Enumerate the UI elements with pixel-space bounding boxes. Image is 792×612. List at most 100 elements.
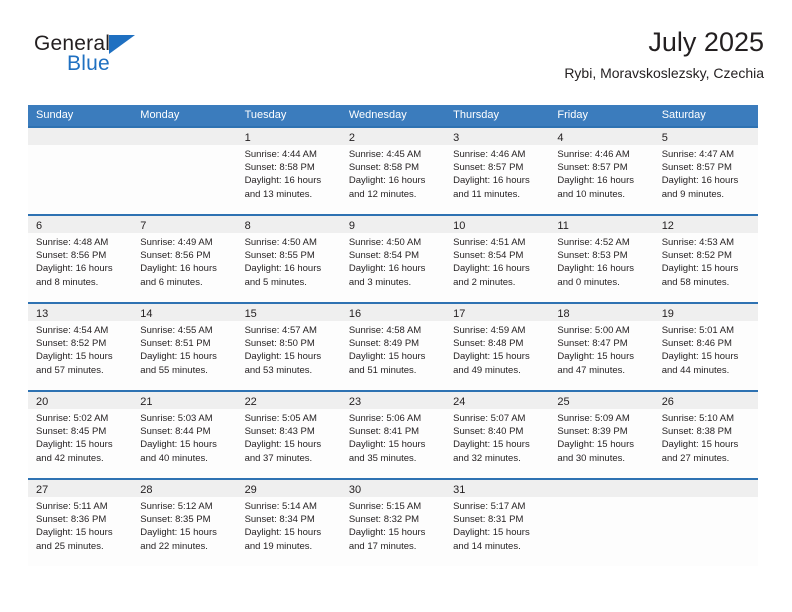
daylight-text-line1: Daylight: 16 hours	[661, 175, 739, 187]
day-number-band: 20	[28, 392, 133, 409]
daylight-text-line1: Daylight: 16 hours	[244, 175, 322, 187]
day-cell-14[interactable]: 14 Sunrise: 4:55 AM Sunset: 8:51 PM Dayligh…	[132, 304, 237, 390]
daylight-text-line2: and 44 minutes.	[661, 364, 730, 376]
day-number: 7	[140, 220, 147, 232]
day-cell-15[interactable]: 15 Sunrise: 4:57 AM Sunset: 8:50 PM Dayligh…	[236, 304, 341, 390]
day-number: 10	[453, 220, 466, 232]
day-number-band: 19	[653, 304, 758, 321]
day-cell-24[interactable]: 24 Sunrise: 5:07 AM Sunset: 8:40 PM Dayligh…	[445, 392, 550, 478]
day-info: Sunrise: 4:55 AM Sunset: 8:51 PM Daylight:…	[132, 321, 236, 377]
day-cell-6[interactable]: 6 Sunrise: 4:48 AM Sunset: 8:56 PM Daylight…	[28, 216, 133, 302]
day-cell-10[interactable]: 10 Sunrise: 4:51 AM Sunset: 8:54 PM Dayligh…	[445, 216, 550, 302]
day-info: Sunrise: 4:59 AM Sunset: 8:48 PM Daylight:…	[445, 321, 549, 377]
day-cell-28[interactable]: 28 Sunrise: 5:12 AM Sunset: 8:35 PM Dayligh…	[132, 480, 237, 566]
day-info: Sunrise: 4:50 AM Sunset: 8:55 PM Daylight:…	[237, 233, 341, 289]
sunset-text: Sunset: 8:34 PM	[244, 514, 315, 526]
day-info: Sunrise: 4:52 AM Sunset: 8:53 PM Daylight:…	[549, 233, 653, 289]
day-number-band: 27	[28, 480, 133, 497]
day-cell-17[interactable]: 17 Sunrise: 4:59 AM Sunset: 8:48 PM Dayligh…	[445, 304, 550, 390]
day-cell-13[interactable]: 13 Sunrise: 4:54 AM Sunset: 8:52 PM Dayligh…	[28, 304, 133, 390]
daylight-text-line1: Daylight: 15 hours	[348, 351, 426, 363]
day-info: Sunrise: 5:11 AM Sunset: 8:36 PM Daylight:…	[28, 497, 132, 553]
day-cell-19[interactable]: 19 Sunrise: 5:01 AM Sunset: 8:46 PM Dayligh…	[653, 304, 758, 390]
day-number-band: 7	[132, 216, 237, 233]
logo-triangle-icon	[109, 35, 135, 54]
sunset-text: Sunset: 8:52 PM	[661, 250, 732, 262]
day-cell-9[interactable]: 9 Sunrise: 4:50 AM Sunset: 8:54 PM Daylight…	[340, 216, 446, 302]
daylight-text-line2: and 47 minutes.	[557, 364, 626, 376]
day-cell-16[interactable]: 16 Sunrise: 4:58 AM Sunset: 8:49 PM Dayligh…	[340, 304, 446, 390]
sunset-text: Sunset: 8:49 PM	[348, 338, 420, 350]
day-cell-23[interactable]: 23 Sunrise: 5:06 AM Sunset: 8:41 PM Dayligh…	[340, 392, 446, 478]
day-cell-22[interactable]: 22 Sunrise: 5:05 AM Sunset: 8:43 PM Dayligh…	[236, 392, 341, 478]
calendar-week-row: 1 Sunrise: 4:44 AM Sunset: 8:58 PM Daylight…	[28, 126, 758, 214]
daylight-text-line1: Daylight: 16 hours	[348, 263, 426, 275]
day-number: 26	[661, 396, 674, 408]
sunrise-text: Sunrise: 4:57 AM	[244, 325, 317, 336]
daylight-text-line2: and 55 minutes.	[140, 364, 208, 376]
daylight-text-line2: and 0 minutes.	[557, 276, 620, 288]
daylight-text-line2: and 35 minutes.	[348, 452, 417, 464]
logo-text-blue: Blue	[67, 52, 110, 75]
day-number-band: 29	[236, 480, 341, 497]
day-cell-11[interactable]: 11 Sunrise: 4:52 AM Sunset: 8:53 PM Dayligh…	[549, 216, 654, 302]
day-number-band: 14	[132, 304, 237, 321]
sunset-text: Sunset: 8:31 PM	[453, 514, 524, 526]
day-info	[549, 497, 653, 500]
daylight-text-line1: Daylight: 15 hours	[244, 527, 322, 539]
daylight-text-line2: and 22 minutes.	[140, 540, 208, 552]
sunset-text: Sunset: 8:56 PM	[140, 250, 211, 262]
sunset-text: Sunset: 8:41 PM	[348, 426, 420, 438]
day-cell-25[interactable]: 25 Sunrise: 5:09 AM Sunset: 8:39 PM Dayligh…	[549, 392, 654, 478]
day-number: 4	[557, 132, 564, 144]
day-cell-2[interactable]: 2 Sunrise: 4:45 AM Sunset: 8:58 PM Daylight…	[340, 128, 446, 214]
daylight-text-line2: and 25 minutes.	[36, 540, 104, 552]
day-cell-7[interactable]: 7 Sunrise: 4:49 AM Sunset: 8:56 PM Daylight…	[132, 216, 237, 302]
day-cell-31[interactable]: 31 Sunrise: 5:17 AM Sunset: 8:31 PM Dayligh…	[445, 480, 550, 566]
daylight-text-line1: Daylight: 15 hours	[661, 263, 739, 275]
day-cell-21[interactable]: 21 Sunrise: 5:03 AM Sunset: 8:44 PM Dayligh…	[132, 392, 237, 478]
day-cell-20[interactable]: 20 Sunrise: 5:02 AM Sunset: 8:45 PM Dayligh…	[28, 392, 133, 478]
day-info	[28, 145, 132, 148]
day-number-band: 31	[445, 480, 550, 497]
sunset-text: Sunset: 8:45 PM	[36, 426, 107, 438]
day-info: Sunrise: 5:02 AM Sunset: 8:45 PM Daylight:…	[28, 409, 132, 465]
day-number-band: 4	[549, 128, 654, 145]
day-number-band: 12	[653, 216, 758, 233]
weekday-header-sunday: Sunday	[36, 109, 74, 121]
day-cell-29[interactable]: 29 Sunrise: 5:14 AM Sunset: 8:34 PM Dayligh…	[236, 480, 341, 566]
page-subtitle: Rybi, Moravskoslezsky, Czechia	[564, 65, 764, 81]
day-cell-8[interactable]: 8 Sunrise: 4:50 AM Sunset: 8:55 PM Daylight…	[236, 216, 341, 302]
sunrise-text: Sunrise: 5:02 AM	[36, 413, 109, 424]
day-info: Sunrise: 4:44 AM Sunset: 8:58 PM Daylight:…	[237, 145, 341, 201]
daylight-text-line2: and 19 minutes.	[244, 540, 313, 552]
day-number: 8	[244, 220, 251, 232]
day-info: Sunrise: 4:57 AM Sunset: 8:50 PM Daylight:…	[237, 321, 341, 377]
daylight-text-line2: and 3 minutes.	[348, 276, 412, 288]
day-cell-5[interactable]: 5 Sunrise: 4:47 AM Sunset: 8:57 PM Daylight…	[653, 128, 758, 214]
day-number: 21	[140, 396, 153, 408]
sunrise-text: Sunrise: 5:07 AM	[453, 413, 526, 424]
day-info: Sunrise: 4:46 AM Sunset: 8:57 PM Daylight:…	[445, 145, 549, 201]
day-number: 17	[453, 308, 466, 320]
day-cell-3[interactable]: 3 Sunrise: 4:46 AM Sunset: 8:57 PM Daylight…	[445, 128, 550, 214]
day-cell-empty	[132, 128, 237, 214]
daylight-text-line1: Daylight: 15 hours	[140, 351, 217, 363]
day-number: 9	[348, 220, 355, 232]
sunset-text: Sunset: 8:44 PM	[140, 426, 211, 438]
day-info: Sunrise: 4:50 AM Sunset: 8:54 PM Daylight:…	[341, 233, 445, 289]
sunrise-text: Sunrise: 4:55 AM	[140, 325, 213, 336]
day-cell-4[interactable]: 4 Sunrise: 4:46 AM Sunset: 8:57 PM Daylight…	[549, 128, 654, 214]
day-cell-1[interactable]: 1 Sunrise: 4:44 AM Sunset: 8:58 PM Daylight…	[236, 128, 341, 214]
day-cell-30[interactable]: 30 Sunrise: 5:15 AM Sunset: 8:32 PM Dayligh…	[340, 480, 446, 566]
day-cell-18[interactable]: 18 Sunrise: 5:00 AM Sunset: 8:47 PM Dayligh…	[549, 304, 654, 390]
day-number: 30	[348, 484, 362, 496]
day-cell-26[interactable]: 26 Sunrise: 5:10 AM Sunset: 8:38 PM Dayligh…	[653, 392, 758, 478]
day-cell-empty	[653, 480, 758, 566]
day-number-band: 18	[549, 304, 654, 321]
day-number-band: 25	[549, 392, 654, 409]
day-cell-27[interactable]: 27 Sunrise: 5:11 AM Sunset: 8:36 PM Dayligh…	[28, 480, 133, 566]
day-cell-12[interactable]: 12 Sunrise: 4:53 AM Sunset: 8:52 PM Dayligh…	[653, 216, 758, 302]
day-info	[654, 497, 758, 500]
sunrise-text: Sunrise: 4:44 AM	[244, 149, 317, 160]
